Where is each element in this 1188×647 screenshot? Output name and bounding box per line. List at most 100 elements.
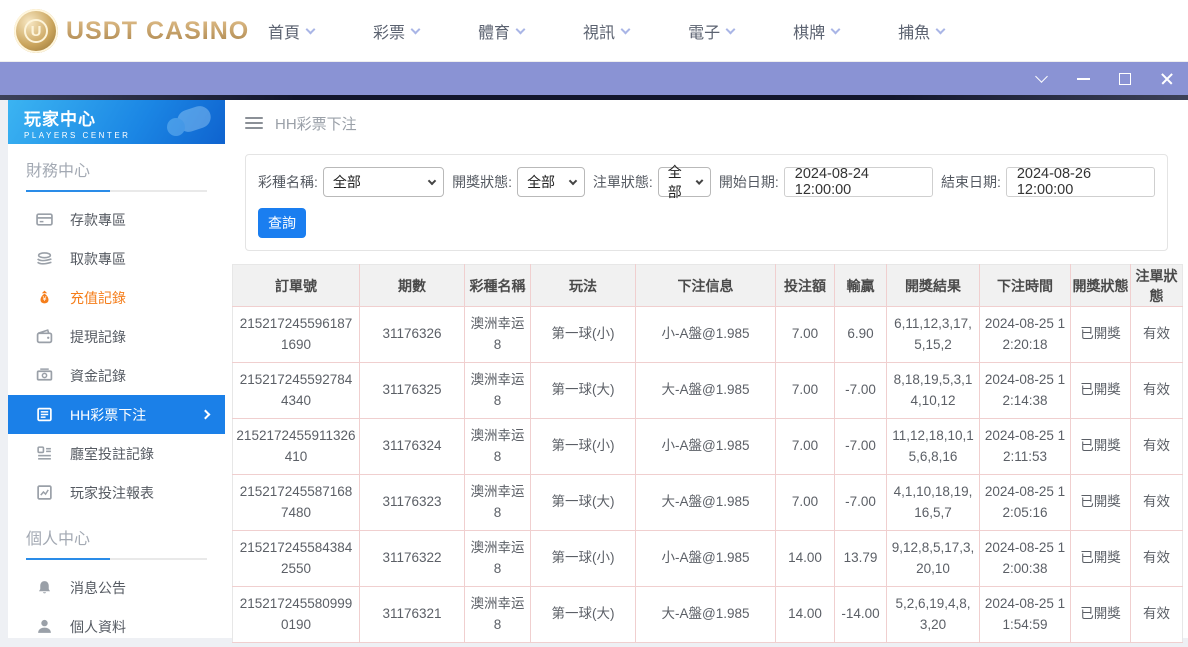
sidebar-item-label: 取款專區	[70, 250, 126, 267]
person-icon	[36, 618, 53, 635]
logo[interactable]: U USDT CASINO	[14, 8, 249, 54]
logo-u-letter: U	[24, 19, 48, 43]
sidebar-item-label: 充值記錄	[70, 289, 126, 306]
sidebar-item-deposit[interactable]: 存款專區	[8, 200, 225, 239]
nav-item-video[interactable]: 視訊	[583, 19, 631, 43]
cell-bet-time: 2024-08-25 12:00:38	[979, 530, 1071, 587]
cell-win-loss: 6.90	[834, 306, 887, 363]
col-play-type: 玩法	[530, 264, 636, 307]
main-content: HH彩票下注 彩種名稱: 全部 開獎狀態: 全部 注單狀態: 全部 開始日期: …	[225, 100, 1188, 643]
cell-order-id: 2152172455843842550	[232, 530, 360, 587]
lottery-name-select[interactable]: 全部	[322, 167, 445, 197]
filter-row: 彩種名稱: 全部 開獎狀態: 全部 注單狀態: 全部 開始日期: 2024-08…	[258, 164, 1156, 200]
hall-bets-icon	[36, 445, 53, 462]
chevron-down-icon	[515, 24, 526, 34]
cell-draw-result: 6,11,12,3,17,5,15,2	[886, 306, 980, 363]
start-date-input[interactable]: 2024-08-24 12:00:00	[783, 166, 933, 198]
bets-table: 訂單號 期數 彩種名稱 玩法 下注信息 投注額 輸贏 開獎結果 下注時間 開獎狀…	[232, 264, 1183, 643]
cell-draw-status: 已開獎	[1070, 306, 1131, 363]
sidebar-item-announcements[interactable]: 消息公告	[8, 568, 225, 607]
col-period: 期數	[359, 264, 465, 307]
cell-play-type: 第一球(小)	[530, 306, 636, 363]
chevron-down-icon	[830, 24, 841, 34]
cell-period: 31176322	[359, 530, 465, 587]
table-header-row: 訂單號 期數 彩種名稱 玩法 下注信息 投注額 輸贏 開獎結果 下注時間 開獎狀…	[232, 264, 1183, 307]
page-title: HH彩票下注	[275, 115, 357, 133]
nav-item-lottery[interactable]: 彩票	[373, 19, 421, 43]
cell-bet-time: 2024-08-25 12:05:16	[979, 474, 1071, 531]
sidebar-item-withdraw[interactable]: 取款專區	[8, 239, 225, 278]
logo-text: USDT CASINO	[66, 16, 250, 45]
cell-draw-status: 已開獎	[1070, 530, 1131, 587]
sidebar-item-hh-lottery-bets[interactable]: HH彩票下注	[8, 395, 225, 434]
nav-item-fishing[interactable]: 捕魚	[898, 19, 946, 43]
chevron-down-icon	[1034, 70, 1048, 83]
start-date-label: 開始日期:	[718, 174, 779, 190]
cell-draw-result: 4,1,10,18,19,16,5,7	[886, 474, 980, 531]
search-button[interactable]: 查詢	[258, 208, 306, 238]
cell-win-loss: -7.00	[834, 474, 887, 531]
select-value: 全部	[527, 174, 556, 190]
section-finance-center: 財務中心	[8, 144, 225, 200]
draw-status-label: 開獎狀態:	[452, 174, 513, 190]
cell-draw-result: 5,2,6,19,4,8,3,20	[886, 586, 980, 643]
sidebar-item-hall-bet-record[interactable]: 廳室投註記錄	[8, 434, 225, 473]
cell-order-status: 有效	[1130, 586, 1183, 643]
col-bet-info: 下注信息	[635, 264, 776, 307]
cell-lottery-name: 澳洲幸运8	[464, 530, 531, 587]
hamburger-menu-icon[interactable]	[245, 117, 263, 129]
chevron-right-icon	[200, 409, 211, 420]
cell-win-loss: -7.00	[834, 362, 887, 419]
col-bet-time: 下注時間	[979, 264, 1071, 307]
nav-item-slots[interactable]: 電子	[688, 19, 736, 43]
recharge-record-icon: ¥	[36, 289, 53, 306]
cell-order-id: 2152172455961871690	[232, 306, 360, 363]
sidebar-item-player-bet-report[interactable]: 玩家投注報表	[8, 473, 225, 512]
nav-item-sports[interactable]: 體育	[478, 19, 526, 43]
maximize-button[interactable]	[1114, 68, 1136, 90]
cell-bet-info: 小-A盤@1.985	[635, 306, 776, 363]
top-header: U USDT CASINO 首頁 彩票 體育 視訊 電子 棋牌 捕魚	[0, 0, 1188, 62]
cell-period: 31176323	[359, 474, 465, 531]
end-date-input[interactable]: 2024-08-26 12:00:00	[1005, 166, 1156, 198]
chevron-down-icon	[935, 24, 946, 34]
minimize-icon	[1076, 77, 1090, 80]
order-status-select[interactable]: 全部	[657, 164, 711, 200]
cell-order-id: 2152172455809990190	[232, 586, 360, 643]
col-lottery-name: 彩種名稱	[464, 264, 531, 307]
sidebar-item-profile[interactable]: 個人資料	[8, 607, 225, 646]
nav-label: 視訊	[583, 25, 616, 42]
cell-lottery-name: 澳洲幸运8	[464, 586, 531, 643]
draw-status-select[interactable]: 全部	[517, 167, 585, 197]
cell-bet-info: 小-A盤@1.985	[635, 530, 776, 587]
minimize-button[interactable]	[1072, 68, 1094, 90]
sidebar-item-label: 提現記錄	[70, 328, 126, 345]
cell-lottery-name: 澳洲幸运8	[464, 362, 531, 419]
nav-item-cards[interactable]: 棋牌	[793, 19, 841, 43]
close-button[interactable]	[1156, 68, 1178, 90]
nav-item-home[interactable]: 首頁	[268, 19, 316, 43]
cell-order-status: 有效	[1130, 362, 1183, 419]
window-titlebar	[0, 62, 1188, 95]
lottery-name-label: 彩種名稱:	[258, 174, 318, 190]
section-title: 財務中心	[26, 163, 91, 180]
collapse-button[interactable]	[1030, 68, 1052, 90]
section-underline	[26, 190, 207, 192]
cell-draw-result: 9,12,8,5,17,3,20,10	[886, 530, 980, 587]
nav-label: 捕魚	[898, 25, 931, 42]
cell-bet-info: 小-A盤@1.985	[635, 418, 776, 475]
cell-bet-time: 2024-08-25 12:14:38	[979, 362, 1071, 419]
cell-period: 31176325	[359, 362, 465, 419]
top-nav: 首頁 彩票 體育 視訊 電子 棋牌 捕魚	[268, 0, 946, 62]
sidebar-item-funds-record[interactable]: 資金記錄	[8, 356, 225, 395]
cell-bet-amount: 7.00	[775, 474, 835, 531]
sidebar-item-cashout-record[interactable]: 提現記錄	[8, 317, 225, 356]
bell-icon	[36, 579, 53, 596]
cell-order-id: 2152172455911326410	[232, 418, 360, 475]
sidebar-item-recharge-record[interactable]: ¥ 充值記錄	[8, 278, 225, 317]
window-controls	[1030, 62, 1178, 95]
col-bet-amount: 投注額	[775, 264, 835, 307]
lottery-bets-icon	[36, 406, 53, 423]
cell-lottery-name: 澳洲幸运8	[464, 474, 531, 531]
cell-win-loss: -7.00	[834, 418, 887, 475]
